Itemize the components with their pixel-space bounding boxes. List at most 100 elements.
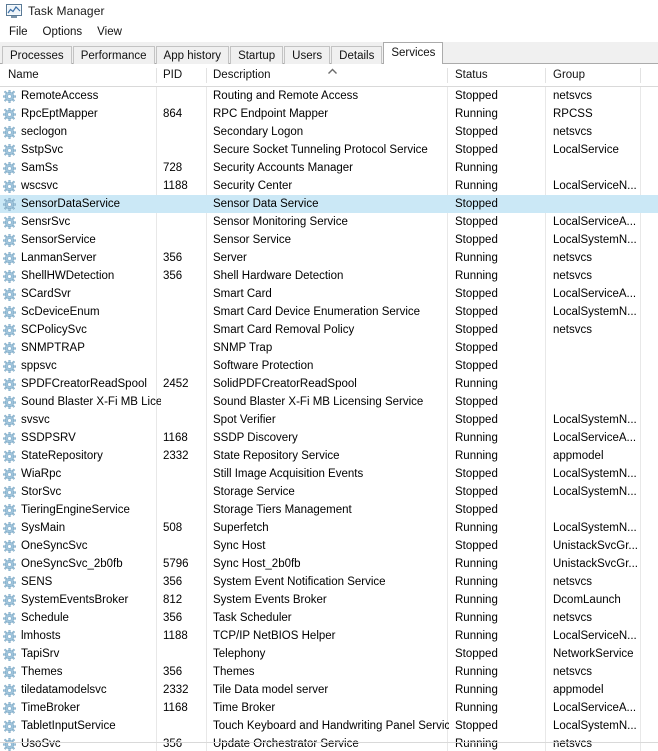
service-group: appmodel [553,684,604,696]
table-row[interactable]: SCPolicySvc Smart Card Removal Policy Stop… [0,321,658,339]
table-row[interactable]: TieringEngineService Storage Tiers Manage… [0,501,658,519]
service-status: Running [455,252,498,264]
service-pid: 2452 [163,378,189,390]
service-pid [163,87,207,105]
title-bar: Task Manager [0,0,658,22]
table-row[interactable]: RpcEptMapper 864 RPC Endpoint Mapper Runnin… [0,105,658,123]
table-row[interactable]: ShellHWDetection 356 Shell Hardware Detect… [0,267,658,285]
service-pid: 356 [163,576,183,588]
table-row[interactable]: SamSs 728 Security Accounts Manager Running [0,159,658,177]
menu-item-file[interactable]: File [6,25,35,39]
column-header-pid[interactable]: PID [163,64,182,86]
service-description: Security Accounts Manager [213,162,353,174]
table-row[interactable]: TapiSrv Telephony Stopped NetworkService [0,645,658,663]
service-group: LocalServiceN... [553,180,637,192]
table-row[interactable]: SystemEventsBroker 812 System Events Broke… [0,591,658,609]
table-row[interactable]: SPDFCreatorReadSpool 2452 SolidPDFCreatorR… [0,375,658,393]
service-description: Secondary Logon [213,126,304,138]
service-status: Stopped [455,126,498,138]
service-name: StateRepository [21,450,103,462]
column-header-description[interactable]: Description [213,64,271,86]
column-header-group[interactable]: Group [553,64,585,86]
column-header-name[interactable]: Name [8,64,39,86]
services-table-body[interactable]: RemoteAccess Routing and Remote Access Sto… [0,87,658,751]
tab-users[interactable]: Users [284,46,331,64]
tab-services[interactable]: Services [383,42,444,64]
table-row[interactable]: wscsvc 1188 Security Center Running LocalSer… [0,177,658,195]
tab-strip: Processes Performance App history Startu… [0,42,658,64]
service-group: LocalSystemN... [553,486,637,498]
service-gear-icon [2,305,17,320]
service-gear-icon [2,701,17,716]
table-row[interactable]: WiaRpc Still Image Acquisition Events Stop… [0,465,658,483]
table-row[interactable]: SstpSvc Secure Socket Tunneling Protocol … [0,141,658,159]
table-row[interactable]: LanmanServer 356 Server Running netsvcs [0,249,658,267]
table-row[interactable]: SensorDataService Sensor Data Service Stop… [0,195,658,213]
service-pid: 1168 [163,432,188,444]
header-divider[interactable] [206,68,207,83]
table-row[interactable]: SensrSvc Sensor Monitoring Service Stopped… [0,213,658,231]
service-group: LocalServiceA... [553,702,637,714]
table-row[interactable]: Themes 356 Themes Running netsvcs [0,663,658,681]
tab-details[interactable]: Details [331,46,383,64]
tab-app-history[interactable]: App history [155,46,230,64]
table-row[interactable]: TimeBroker 1168 Time Broker Running LocalSer… [0,699,658,717]
service-group: LocalSystemN... [553,468,637,480]
service-gear-icon [2,215,17,230]
service-name: tiledatamodelsvc [21,684,107,696]
service-pid: 508 [163,522,183,534]
service-group [553,339,639,357]
menu-item-view[interactable]: View [94,25,129,39]
table-row[interactable]: Schedule 356 Task Scheduler Running netsvcs [0,609,658,627]
table-row[interactable]: sppsvc Software Protection Stopped [0,357,658,375]
header-divider[interactable] [640,68,641,83]
column-header-status[interactable]: Status [455,64,488,86]
table-row[interactable]: Sound Blaster X-Fi MB Lice... Sound Blast… [0,393,658,411]
service-pid [163,393,207,411]
table-row[interactable]: SCardSvr Smart Card Stopped LocalServiceA..… [0,285,658,303]
service-group: LocalSystemN... [553,522,637,534]
table-row[interactable]: OneSyncSvc Sync Host Stopped UnistackSvcGr.… [0,537,658,555]
service-description: State Repository Service [213,450,340,462]
service-status: Stopped [455,144,498,156]
table-row[interactable]: SysMain 508 Superfetch Running LocalSystemN.… [0,519,658,537]
table-row[interactable]: OneSyncSvc_2b0fb 5796 Sync Host_2b0fb Runni… [0,555,658,573]
service-group: netsvcs [553,270,592,282]
table-row[interactable]: TabletInputService Touch Keyboard and Han… [0,717,658,735]
header-divider[interactable] [447,68,448,83]
header-divider[interactable] [156,68,157,83]
service-description: Touch Keyboard and Handwriting Panel Ser… [213,720,449,732]
service-pid: 356 [163,270,183,282]
service-status: Stopped [455,720,498,732]
service-gear-icon [2,575,17,590]
service-description: SSDP Discovery [213,432,298,444]
service-pid: 2332 [163,684,189,696]
tab-startup[interactable]: Startup [230,46,284,64]
table-row[interactable]: seclogon Secondary Logon Stopped netsvcs [0,123,658,141]
service-description: Task Scheduler [213,612,292,624]
table-row[interactable]: SSDPSRV 1168 SSDP Discovery Running LocalSer… [0,429,658,447]
table-row[interactable]: StorSvc Storage Service Stopped LocalSystem… [0,483,658,501]
service-group: LocalSystemN... [553,306,637,318]
tab-processes[interactable]: Processes [2,46,72,64]
service-group: netsvcs [553,324,592,336]
tab-performance[interactable]: Performance [72,46,155,64]
service-pid [163,231,207,249]
service-gear-icon [2,269,17,284]
table-row[interactable]: tiledatamodelsvc 2332 Tile Data model serv… [0,681,658,699]
service-status: Running [455,684,498,696]
table-row[interactable]: SNMPTRAP SNMP Trap Stopped [0,339,658,357]
table-row[interactable]: StateRepository 2332 State Repository Serv… [0,447,658,465]
table-row[interactable]: UsoSvc 356 Update Orchestrator Service Runn… [0,735,658,751]
table-row[interactable]: svsvc Spot Verifier Stopped LocalSystemN... [0,411,658,429]
table-row[interactable]: ScDeviceEnum Smart Card Device Enumeratio… [0,303,658,321]
service-description: Server [213,252,247,264]
service-group: appmodel [553,450,604,462]
table-row[interactable]: SensorService Sensor Service Stopped LocalS… [0,231,658,249]
table-row[interactable]: SENS 356 System Event Notification Service… [0,573,658,591]
table-row[interactable]: RemoteAccess Routing and Remote Access Sto… [0,87,658,105]
menu-item-options[interactable]: Options [40,25,90,39]
table-row[interactable]: lmhosts 1188 TCP/IP NetBIOS Helper Running L… [0,627,658,645]
service-name: LanmanServer [21,252,97,264]
header-divider[interactable] [545,68,546,83]
